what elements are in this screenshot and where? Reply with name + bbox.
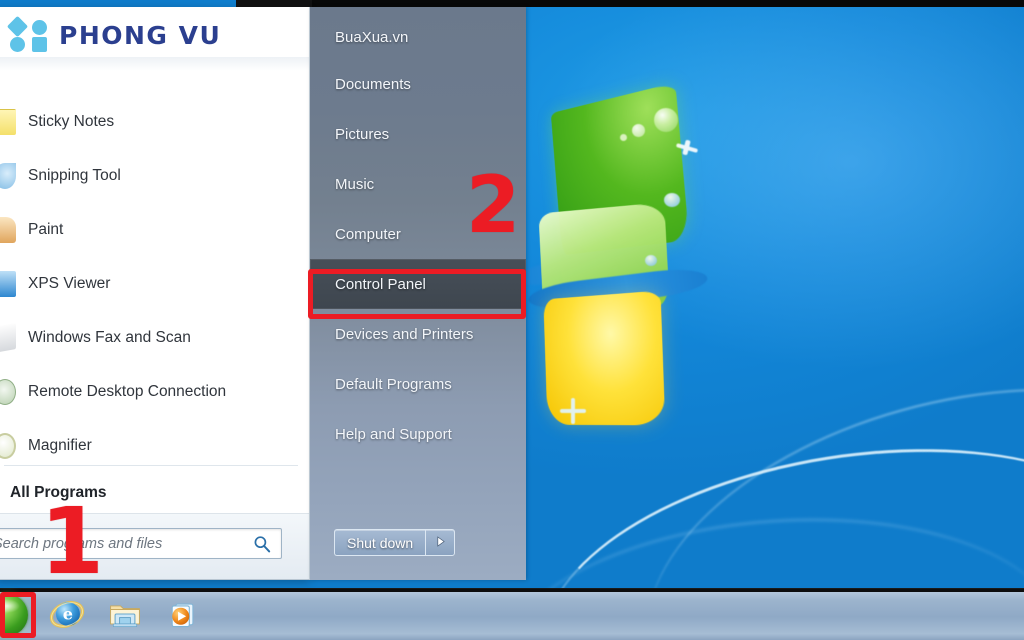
shutdown-button[interactable]: Shut down bbox=[334, 529, 426, 556]
internet-explorer-icon: e bbox=[48, 595, 86, 638]
flag-sparkle-four-point-icon bbox=[560, 398, 586, 424]
start-menu-item-music[interactable]: Music bbox=[310, 159, 526, 209]
start-menu-item-devices-and-printers[interactable]: Devices and Printers bbox=[310, 309, 526, 359]
start-menu-item-windows-fax-and-scan[interactable]: Windows Fax and Scan bbox=[0, 311, 309, 365]
screen: PHONG VU Sticky Notes Snipping Tool Pain… bbox=[0, 0, 1024, 640]
start-menu-item-snipping-tool[interactable]: Snipping Tool bbox=[0, 149, 309, 203]
shutdown-options-button[interactable] bbox=[425, 529, 456, 556]
start-menu-item-remote-desktop-connection[interactable]: Remote Desktop Connection bbox=[0, 365, 309, 419]
taskbar-item-windows-media-player[interactable] bbox=[154, 594, 212, 638]
start-menu-item-default-programs[interactable]: Default Programs bbox=[310, 359, 526, 409]
start-menu-item-label: XPS Viewer bbox=[28, 275, 111, 292]
start-menu-item-sticky-notes[interactable]: Sticky Notes bbox=[0, 95, 309, 149]
logo-diamond-shape bbox=[6, 15, 29, 38]
flag-bubble-4 bbox=[664, 193, 680, 207]
start-menu-item-control-panel[interactable]: Control Panel bbox=[310, 259, 526, 309]
windows-flag-logo-icon bbox=[515, 80, 728, 426]
snipping-tool-icon bbox=[0, 163, 16, 189]
windows-media-player-icon bbox=[165, 596, 201, 637]
flag-bubble-2 bbox=[632, 124, 645, 137]
start-menu-places-list: BuaXua.vn Documents Pictures Music Compu… bbox=[310, 7, 526, 459]
xps-viewer-icon bbox=[0, 271, 16, 297]
start-menu-item-label: Paint bbox=[28, 221, 64, 238]
shutdown-control: Shut down bbox=[334, 529, 456, 556]
search-icon[interactable] bbox=[253, 535, 271, 553]
start-menu-item-help-and-support[interactable]: Help and Support bbox=[310, 409, 526, 459]
taskbar-pinned-items: e bbox=[38, 593, 212, 639]
sticky-notes-icon bbox=[0, 109, 16, 135]
windows-explorer-folder-icon bbox=[107, 596, 143, 637]
remote-desktop-icon bbox=[0, 379, 16, 405]
start-menu-item-paint[interactable]: Paint bbox=[0, 203, 309, 257]
start-menu-left-panel: PHONG VU Sticky Notes Snipping Tool Pain… bbox=[0, 7, 310, 580]
magnifier-icon bbox=[0, 433, 16, 459]
start-menu-right-panel: BuaXua.vn Documents Pictures Music Compu… bbox=[310, 7, 526, 580]
flag-bubble-3 bbox=[620, 134, 627, 141]
start-menu-item-computer[interactable]: Computer bbox=[310, 209, 526, 259]
screen-top-border-segment bbox=[236, 0, 312, 7]
logo-circle-bottom-left bbox=[10, 37, 25, 52]
start-menu-item-pictures[interactable]: Pictures bbox=[310, 109, 526, 159]
start-menu-item-user-folder[interactable]: BuaXua.vn bbox=[310, 7, 526, 59]
start-menu-item-label: Sticky Notes bbox=[28, 113, 115, 130]
taskbar-item-windows-explorer[interactable] bbox=[96, 594, 154, 638]
panel-top-fade bbox=[0, 57, 309, 71]
start-menu-item-label: Snipping Tool bbox=[28, 167, 121, 184]
screen-top-border bbox=[236, 0, 1024, 7]
start-button[interactable] bbox=[0, 593, 32, 637]
logo-square-bottom-right bbox=[32, 37, 47, 52]
start-menu-item-label: Windows Fax and Scan bbox=[28, 329, 191, 346]
search-zone bbox=[0, 513, 309, 579]
start-menu-program-list: Sticky Notes Snipping Tool Paint XPS Vie… bbox=[0, 95, 309, 473]
flag-bubble-1 bbox=[654, 108, 678, 132]
flag-sparkle-icon bbox=[676, 140, 698, 156]
all-programs-button[interactable]: All Programs bbox=[0, 473, 309, 513]
start-menu-item-label: Remote Desktop Connection bbox=[28, 383, 227, 400]
all-programs-label: All Programs bbox=[10, 484, 107, 501]
search-input[interactable] bbox=[0, 535, 253, 552]
flag-bubble-5 bbox=[645, 255, 657, 266]
taskbar-item-internet-explorer[interactable]: e bbox=[38, 594, 96, 638]
search-box[interactable] bbox=[0, 528, 282, 559]
phongvu-logo: PHONG VU bbox=[6, 13, 250, 57]
start-menu-item-xps-viewer[interactable]: XPS Viewer bbox=[0, 257, 309, 311]
logo-circle-top-right bbox=[32, 20, 47, 35]
fax-scan-icon bbox=[0, 323, 16, 353]
windows-start-orb-icon bbox=[0, 594, 28, 636]
paint-icon bbox=[0, 217, 16, 243]
left-panel-divider bbox=[4, 465, 298, 466]
start-menu-item-label: Magnifier bbox=[28, 437, 92, 454]
start-menu-footer: Shut down bbox=[310, 498, 526, 580]
taskbar[interactable]: e bbox=[0, 588, 1024, 640]
chevron-right-icon bbox=[436, 534, 445, 552]
start-menu-item-documents[interactable]: Documents bbox=[310, 59, 526, 109]
phongvu-logo-text: PHONG VU bbox=[59, 20, 222, 50]
phongvu-logo-marks-icon bbox=[6, 15, 50, 52]
svg-text:e: e bbox=[63, 604, 73, 623]
